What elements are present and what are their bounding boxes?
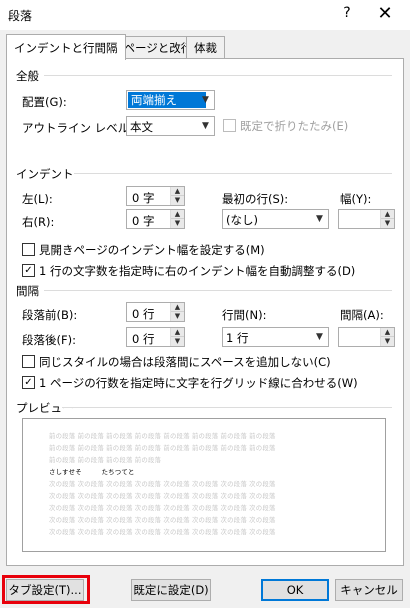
spin-down-icon[interactable]: ▼ bbox=[171, 312, 184, 321]
spin-up-icon[interactable]: ▲ bbox=[171, 328, 184, 337]
cancel-button[interactable]: キャンセル bbox=[335, 579, 403, 601]
by-spinner[interactable]: ▲ ▼ bbox=[338, 209, 395, 229]
spacing-separator bbox=[44, 290, 392, 291]
by-label: 幅(Y): bbox=[340, 192, 372, 206]
preview-next-line: 次の段落 次の段落 次の段落 次の段落 次の段落 次の段落 次の段落 次の段落 bbox=[49, 492, 276, 500]
preview-next-line: 次の段落 次の段落 次の段落 次の段落 次の段落 次の段落 次の段落 次の段落 bbox=[49, 528, 276, 536]
general-separator bbox=[44, 75, 392, 76]
spin-down-icon[interactable]: ▼ bbox=[171, 337, 184, 346]
spacing-section-title: 間隔 bbox=[16, 284, 39, 298]
preview-next-line: 次の段落 次の段落 次の段落 次の段落 次の段落 次の段落 次の段落 次の段落 bbox=[49, 504, 276, 512]
first-line-value: (なし) bbox=[226, 213, 258, 227]
alignment-value: 両端揃え bbox=[128, 92, 206, 108]
preview-separator bbox=[62, 407, 392, 408]
spin-down-icon[interactable]: ▼ bbox=[381, 219, 394, 228]
dialog-title: 段落 bbox=[8, 9, 33, 23]
ok-button[interactable]: OK bbox=[261, 579, 329, 601]
preview-next-line: 次の段落 次の段落 次の段落 次の段落 次の段落 次の段落 次の段落 次の段落 bbox=[49, 480, 276, 488]
preview-box: 前の段落 前の段落 前の段落 前の段落 前の段落 前の段落 前の段落 前の段落 … bbox=[22, 418, 386, 552]
outline-level-dropdown[interactable]: 本文 ▼ bbox=[126, 116, 215, 136]
indent-section-title: インデント bbox=[16, 167, 74, 181]
right-indent-spinner[interactable]: 0 字 ▲ ▼ bbox=[126, 209, 185, 229]
chevron-down-icon: ▼ bbox=[316, 214, 323, 224]
help-button[interactable]: ? bbox=[338, 5, 356, 21]
space-after-label: 段落後(F): bbox=[22, 333, 76, 347]
preview-prev-line: 前の段落 前の段落 前の段落 前の段落 bbox=[49, 456, 162, 464]
spin-down-icon[interactable]: ▼ bbox=[381, 337, 394, 346]
left-indent-value: 0 字 bbox=[132, 191, 155, 205]
left-indent-label: 左(L): bbox=[22, 192, 53, 206]
at-spinner[interactable]: ▲ ▼ bbox=[338, 327, 395, 347]
preview-next-line: 次の段落 次の段落 次の段落 次の段落 次の段落 次の段落 次の段落 次の段落 bbox=[49, 516, 276, 524]
line-spacing-label: 行間(N): bbox=[222, 308, 267, 322]
indent-separator bbox=[74, 173, 392, 174]
right-indent-label: 右(R): bbox=[22, 215, 55, 229]
alignment-label: 配置(G): bbox=[22, 95, 67, 109]
space-before-value: 0 行 bbox=[132, 307, 155, 321]
space-before-label: 段落前(B): bbox=[22, 308, 78, 322]
space-before-spinner[interactable]: 0 行 ▲ ▼ bbox=[126, 302, 185, 322]
line-spacing-value: 1 行 bbox=[226, 331, 249, 345]
tab-typography[interactable]: 体裁 bbox=[186, 36, 225, 58]
preview-prev-line: 前の段落 前の段落 前の段落 前の段落 前の段落 前の段落 前の段落 前の段落 bbox=[49, 432, 276, 440]
chevron-down-icon: ▼ bbox=[316, 332, 323, 342]
collapse-checkbox[interactable] bbox=[223, 119, 236, 132]
right-indent-value: 0 字 bbox=[132, 214, 155, 228]
line-spacing-dropdown[interactable]: 1 行 ▼ bbox=[222, 327, 329, 347]
left-indent-spinner[interactable]: 0 字 ▲ ▼ bbox=[126, 186, 185, 206]
spin-up-icon[interactable]: ▲ bbox=[171, 210, 184, 219]
first-line-label: 最初の行(S): bbox=[222, 192, 289, 206]
collapse-label: 既定で折りたたみ(E) bbox=[240, 119, 349, 133]
spin-up-icon[interactable]: ▲ bbox=[171, 303, 184, 312]
at-label: 間隔(A): bbox=[340, 308, 384, 322]
spin-up-icon[interactable]: ▲ bbox=[171, 187, 184, 196]
tab-indents-spacing[interactable]: インデントと行間隔 bbox=[6, 34, 126, 60]
spin-down-icon[interactable]: ▼ bbox=[171, 196, 184, 205]
no-space-same-style-label: 同じスタイルの場合は段落間にスペースを追加しない(C) bbox=[39, 355, 331, 369]
spin-up-icon[interactable]: ▲ bbox=[381, 210, 394, 219]
auto-adjust-checkbox[interactable]: ✓ bbox=[22, 264, 35, 277]
close-button[interactable]: ✕ bbox=[374, 3, 396, 24]
general-section-title: 全般 bbox=[16, 69, 39, 83]
spin-down-icon[interactable]: ▼ bbox=[171, 219, 184, 228]
alignment-dropdown[interactable]: 両端揃え ▼ bbox=[126, 90, 215, 110]
chevron-down-icon: ▼ bbox=[202, 95, 209, 105]
space-after-spinner[interactable]: 0 行 ▲ ▼ bbox=[126, 327, 185, 347]
chevron-down-icon: ▼ bbox=[202, 121, 209, 131]
title-bar: 段落 ? ✕ bbox=[0, 0, 410, 30]
first-line-dropdown[interactable]: (なし) ▼ bbox=[222, 209, 329, 229]
mirror-indents-checkbox[interactable] bbox=[22, 243, 35, 256]
space-after-value: 0 行 bbox=[132, 332, 155, 346]
preview-current-line: さしすせそ たちつてと bbox=[49, 468, 135, 476]
outline-level-value: 本文 bbox=[130, 120, 153, 134]
spin-up-icon[interactable]: ▲ bbox=[381, 328, 394, 337]
preview-prev-line: 前の段落 前の段落 前の段落 前の段落 前の段落 前の段落 前の段落 前の段落 bbox=[49, 444, 276, 452]
mirror-indents-label: 見開きページのインデント幅を設定する(M) bbox=[39, 243, 265, 257]
highlight-box bbox=[2, 575, 90, 604]
snap-to-grid-checkbox[interactable]: ✓ bbox=[22, 376, 35, 389]
no-space-same-style-checkbox[interactable] bbox=[22, 355, 35, 368]
set-as-default-button[interactable]: 既定に設定(D) bbox=[131, 579, 211, 601]
preview-section-title: プレビュー bbox=[16, 401, 74, 415]
snap-to-grid-label: 1 ページの行数を指定時に文字を行グリッド線に合わせる(W) bbox=[39, 376, 358, 390]
auto-adjust-label: 1 行の文字数を指定時に右のインデント幅を自動調整する(D) bbox=[39, 264, 356, 278]
